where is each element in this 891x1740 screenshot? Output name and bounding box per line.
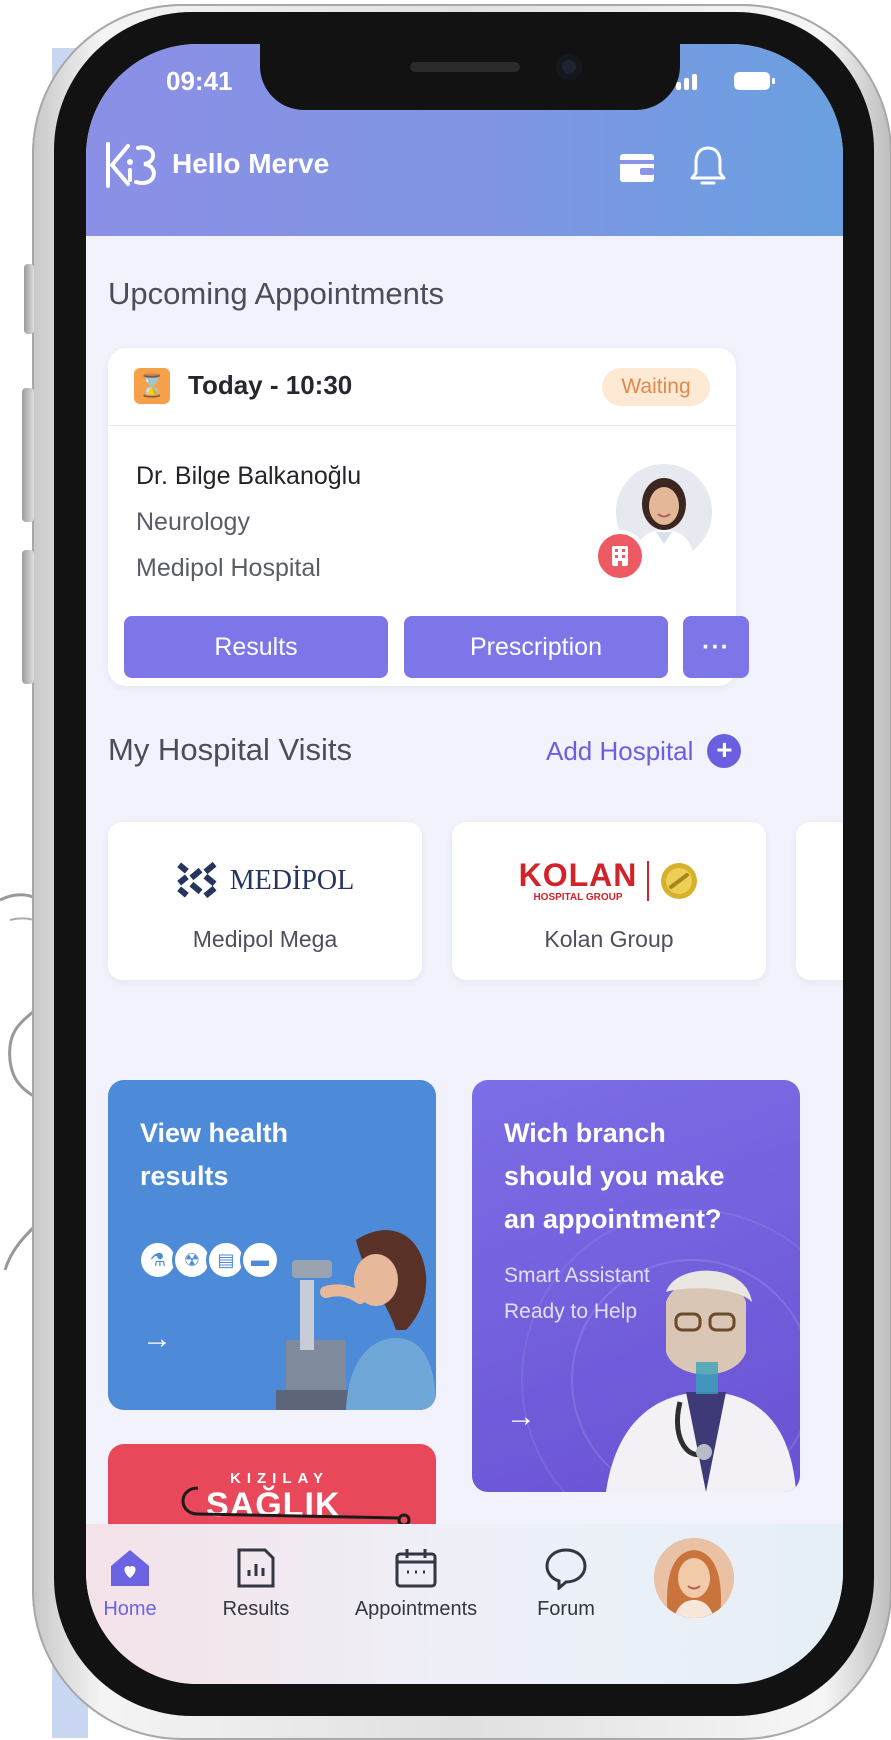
doctor-department: Neurology <box>136 508 250 536</box>
hospital-visits-title: My Hospital Visits <box>108 732 353 767</box>
hospital-name: Kolan Group <box>544 926 674 952</box>
kolan-coin-icon <box>661 863 698 899</box>
branch-title-line3: an appointment? <box>504 1204 722 1234</box>
branch-title-line2: should you make <box>504 1161 725 1191</box>
kolan-divider <box>647 861 650 901</box>
add-hospital-link[interactable]: Add Hospital + <box>546 734 742 768</box>
upcoming-appointments-title: Upcoming Appointments <box>108 276 445 311</box>
branch-title: Wich branch should you make an appointme… <box>504 1112 725 1241</box>
branch-assistant-card[interactable]: Wich branch should you make an appointme… <box>472 1080 800 1492</box>
nav-forum-label: Forum <box>537 1598 595 1620</box>
chart-file-icon <box>237 1548 275 1588</box>
nav-appointments-label: Appointments <box>354 1598 478 1620</box>
health-title-line1: View health <box>140 1118 289 1148</box>
nav-forum[interactable]: Forum <box>516 1546 616 1621</box>
nav-home[interactable]: Home <box>98 1546 162 1621</box>
calendar-icon <box>395 1549 437 1588</box>
prescription-button[interactable]: Prescription <box>404 616 668 678</box>
more-options-button[interactable]: ··· <box>683 616 749 678</box>
medipol-logo-text: MEDİPOL <box>229 865 355 896</box>
app-screen: 09:41 Hello Merve Upcoming Appointments … <box>86 44 843 1684</box>
health-results-title: View health results <box>140 1112 288 1198</box>
plus-icon: + <box>707 734 742 768</box>
notch-speaker <box>410 62 520 72</box>
health-title-line2: results <box>140 1161 229 1191</box>
phone-notch <box>260 44 680 110</box>
profile-avatar[interactable] <box>654 1538 734 1618</box>
hospital-card-partial[interactable] <box>796 822 843 980</box>
doctor-name: Dr. Bilge Balkanoğlu <box>136 462 362 490</box>
phone-side-button <box>24 264 34 334</box>
nav-home-label: Home <box>103 1598 157 1620</box>
stethoscope-icon <box>181 1486 411 1527</box>
nav-appointments[interactable]: Appointments <box>336 1546 496 1621</box>
phone-volume-up-button <box>22 388 34 522</box>
status-badge: Waiting <box>602 368 710 406</box>
greeting-title: Hello Merve <box>172 148 330 179</box>
app-header: 09:41 Hello Merve <box>86 44 843 236</box>
add-hospital-label: Add Hospital <box>546 735 694 766</box>
nav-results[interactable]: Results <box>206 1546 306 1621</box>
kolan-logo-subtext: HOSPITAL GROUP <box>533 892 623 903</box>
scientist-microscope-illustration <box>276 1230 436 1410</box>
branch-title-line1: Wich branch <box>504 1118 666 1148</box>
app-logo <box>106 142 156 188</box>
results-button[interactable]: Results <box>124 616 388 678</box>
kolan-logo: KOLAN HOSPITAL GROUP <box>452 856 766 906</box>
hourglass-icon: ⌛ <box>134 368 170 404</box>
medipol-emblem-icon <box>177 861 217 899</box>
medipol-logo: MEDİPOL <box>108 856 422 906</box>
status-time: 09:41 <box>166 66 233 96</box>
home-icon <box>111 1550 149 1586</box>
kolan-logo-text: KOLAN <box>518 857 638 893</box>
hospital-card-medipol[interactable]: MEDİPOL Medipol Mega <box>108 822 422 980</box>
arrow-right-icon: → <box>142 1322 172 1355</box>
phone-volume-down-button <box>22 550 34 684</box>
result-type-icons: ⚗ ☢ ▤ ▬ <box>138 1240 280 1280</box>
health-results-card[interactable]: View health results ⚗ ☢ ▤ ▬ → <box>108 1080 436 1410</box>
doctor-robot-illustration <box>606 1270 796 1492</box>
bell-icon[interactable] <box>688 144 728 188</box>
chat-bubble-icon <box>545 1548 587 1590</box>
wallet-icon[interactable] <box>618 148 656 186</box>
arrow-right-icon: → <box>506 1400 536 1433</box>
signal-icon <box>676 74 697 90</box>
appointment-card-header: ⌛ Today - 10:30 Waiting <box>108 348 736 426</box>
appointment-card[interactable]: ⌛ Today - 10:30 Waiting Dr. Bilge Balkan… <box>108 348 749 686</box>
hospital-card-kolan[interactable]: KOLAN HOSPITAL GROUP Kolan Group <box>452 822 766 980</box>
hospital-building-icon <box>594 530 646 582</box>
hospital-name: Medipol Mega <box>192 926 338 952</box>
appointment-datetime: Today - 10:30 <box>188 370 353 400</box>
doctor-hospital: Medipol Hospital <box>136 554 321 582</box>
nav-results-label: Results <box>222 1598 290 1620</box>
battery-icon <box>734 72 775 90</box>
bottom-navigation: Home Results Appointments Forum <box>86 1524 843 1684</box>
notch-camera <box>556 54 582 80</box>
